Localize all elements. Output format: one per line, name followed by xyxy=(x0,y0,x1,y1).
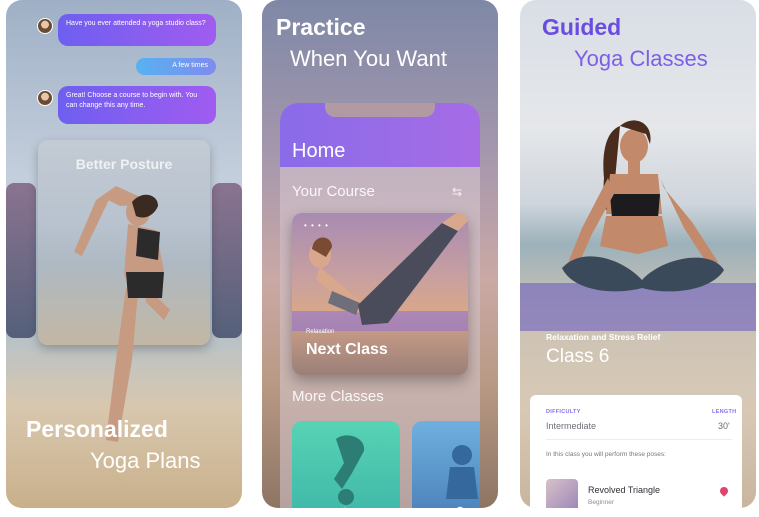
panel-guided: Guided Yoga Classes Relaxation and Stres… xyxy=(520,0,756,508)
chat-message-2: Great! Choose a course to begin with. Yo… xyxy=(58,86,216,124)
seated-figure: ⚲ xyxy=(446,445,478,508)
svg-text:⚲: ⚲ xyxy=(455,505,465,508)
phone-mockup: Home Your Course ⇆ • • • • Relaxation Ne… xyxy=(280,103,480,508)
panel-practice: Practice When You Want Home Your Course … xyxy=(262,0,498,508)
class-card-mini-2[interactable]: ⚲ xyxy=(412,421,480,508)
svg-text:✶: ✶ xyxy=(339,505,351,508)
length-value: 30' xyxy=(718,421,730,431)
headline-practice: Practice xyxy=(276,14,366,40)
length-label: LENGTH xyxy=(712,409,737,415)
class-card-mini-1[interactable]: ✶ xyxy=(292,421,400,508)
coach-avatar xyxy=(37,18,53,34)
coach-avatar xyxy=(37,90,53,106)
more-classes-label: More Classes xyxy=(292,388,384,405)
next-class-card[interactable]: • • • • Relaxation Next Class xyxy=(292,213,468,375)
class-title: Class 6 xyxy=(546,346,610,367)
lotus-pose-figure xyxy=(562,120,724,292)
class-info-card: DIFFICULTY Intermediate LENGTH 30' In th… xyxy=(530,395,742,508)
home-title: Home xyxy=(292,140,346,162)
chat-message-1: Have you ever attended a yoga studio cla… xyxy=(58,14,216,46)
headstand-figure: ✶ xyxy=(334,435,365,508)
your-course-label: Your Course xyxy=(292,183,375,200)
course-card-left[interactable] xyxy=(6,183,36,338)
class-tag: Relaxation and Stress Relief xyxy=(546,332,661,342)
pose-thumbnail xyxy=(546,479,578,508)
app-header: Home xyxy=(280,103,480,167)
next-class-title: Next Class xyxy=(306,341,388,358)
headline-guided: Guided xyxy=(542,14,622,40)
class-tag: Relaxation xyxy=(306,329,335,335)
subheadline-yoga-plans: Yoga Plans xyxy=(90,448,201,473)
subheadline-when-you-want: When You Want xyxy=(290,46,447,71)
chat-reply[interactable]: A few times xyxy=(136,58,216,75)
swap-icon[interactable]: ⇆ xyxy=(452,185,462,199)
headline-personalized: Personalized xyxy=(26,416,168,442)
panel-personalized: Have you ever attended a yoga studio cla… xyxy=(6,0,242,508)
pagination-dots: • • • • xyxy=(304,221,329,230)
difficulty-label: DIFFICULTY xyxy=(546,409,581,415)
divider xyxy=(546,439,732,440)
pose-name[interactable]: Revolved Triangle xyxy=(588,485,660,495)
pose-level: Beginner xyxy=(588,499,615,506)
difficulty-value: Intermediate xyxy=(546,421,597,431)
subheadline-yoga-classes: Yoga Classes xyxy=(574,46,708,71)
location-pin-icon[interactable] xyxy=(718,485,730,497)
poses-intro: In this class you will perform these pos… xyxy=(546,451,666,458)
course-card-title: Better Posture xyxy=(75,156,173,172)
phone-notch xyxy=(325,103,435,117)
course-card-right[interactable] xyxy=(212,183,242,338)
